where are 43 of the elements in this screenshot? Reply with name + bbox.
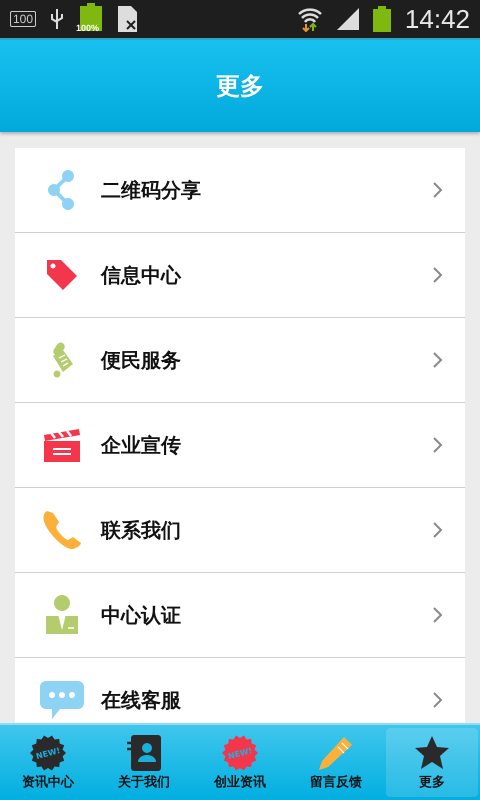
menu-item[interactable]: 二维码分享 <box>15 148 465 233</box>
menu-label: 便民服务 <box>101 346 182 374</box>
new-badge-icon: NEW! <box>222 734 258 770</box>
menu-item[interactable]: 便民服务 <box>15 318 465 403</box>
pencil-icon <box>318 734 354 770</box>
storage-indicator: 100 <box>10 11 36 27</box>
tab[interactable]: 更多 <box>386 728 478 797</box>
wifi-icon <box>296 6 323 32</box>
tab[interactable]: NEW! 创业资讯 <box>194 728 286 797</box>
menu-item[interactable]: 中心认证 <box>15 573 465 658</box>
chevron-right-icon <box>433 437 443 453</box>
phone-icon <box>41 509 83 551</box>
clapperboard-icon <box>43 427 81 463</box>
tab[interactable]: 关于我们 <box>98 728 190 797</box>
new-badge-icon: NEW! <box>30 734 66 770</box>
chevron-right-icon <box>433 352 443 368</box>
menu-label: 企业宣传 <box>101 432 182 458</box>
person-icon <box>44 594 80 636</box>
menu-item[interactable]: 企业宣传 <box>15 403 465 488</box>
chevron-right-icon <box>433 267 443 283</box>
menu-label: 信息中心 <box>101 262 182 288</box>
menu-label: 联系我们 <box>101 516 182 544</box>
menu-label: 中心认证 <box>101 602 182 628</box>
battery-icon <box>372 6 391 32</box>
page-title: 更多 <box>216 71 264 102</box>
chevron-right-icon <box>433 182 443 198</box>
contact-book-icon <box>127 734 161 770</box>
usb-icon <box>50 8 64 30</box>
chevron-right-icon <box>433 607 443 623</box>
tag-icon <box>45 258 79 292</box>
clock: 14:42 <box>404 4 470 34</box>
sim-card-icon <box>118 6 138 32</box>
menu-label: 在线客服 <box>101 686 182 714</box>
share-icon <box>47 169 77 211</box>
tab[interactable]: 留言反馈 <box>290 728 382 797</box>
chevron-right-icon <box>433 692 443 708</box>
menu-item[interactable]: 联系我们 <box>15 488 465 573</box>
menu-label: 二维码分享 <box>101 176 202 204</box>
signal-icon <box>336 8 359 30</box>
star-icon <box>414 734 450 770</box>
tab[interactable]: NEW! 资讯中心 <box>2 728 94 797</box>
menu-item[interactable]: 信息中心 <box>15 233 465 318</box>
chevron-right-icon <box>433 522 443 538</box>
